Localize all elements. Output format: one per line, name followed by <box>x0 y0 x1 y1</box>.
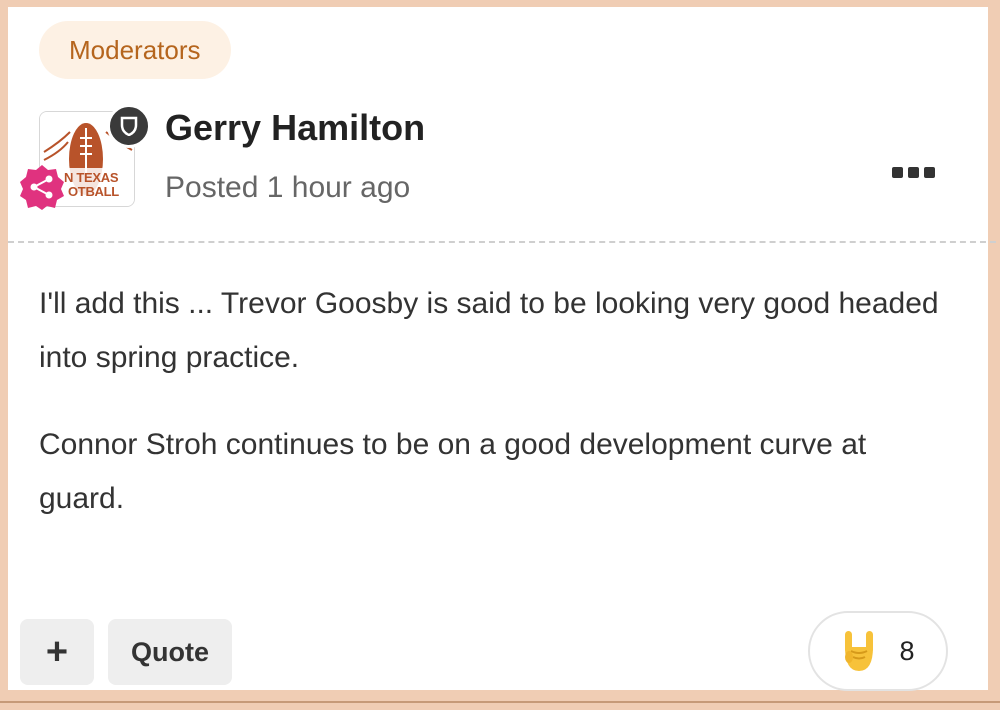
post-paragraph: I'll add this ... Trevor Goosby is said … <box>39 287 939 374</box>
reaction-button[interactable]: 8 <box>808 611 948 691</box>
author-name[interactable]: Gerry Hamilton <box>165 107 425 149</box>
avatar-text-1: N TEXAS <box>64 170 119 185</box>
quote-button[interactable]: Quote <box>108 619 232 685</box>
post-timestamp[interactable]: Posted 1 hour ago <box>165 171 410 205</box>
post-paragraph: Connor Stroh continues to be on a good d… <box>39 428 867 515</box>
divider <box>8 241 996 243</box>
group-badge: Moderators <box>39 21 231 79</box>
post-content: I'll add this ... Trevor Goosby is said … <box>39 277 959 559</box>
moderator-shield-icon <box>107 104 151 148</box>
reaction-count: 8 <box>899 635 915 666</box>
post-card: Moderators N TEXAS OTBALL Gerry Hamilton… <box>0 7 1000 703</box>
add-button[interactable]: + <box>20 619 94 685</box>
avatar-text-2: OTBALL <box>68 184 119 199</box>
rock-on-hand-icon <box>845 631 874 671</box>
share-badge-icon <box>19 164 65 210</box>
more-options-icon[interactable] <box>892 162 936 182</box>
